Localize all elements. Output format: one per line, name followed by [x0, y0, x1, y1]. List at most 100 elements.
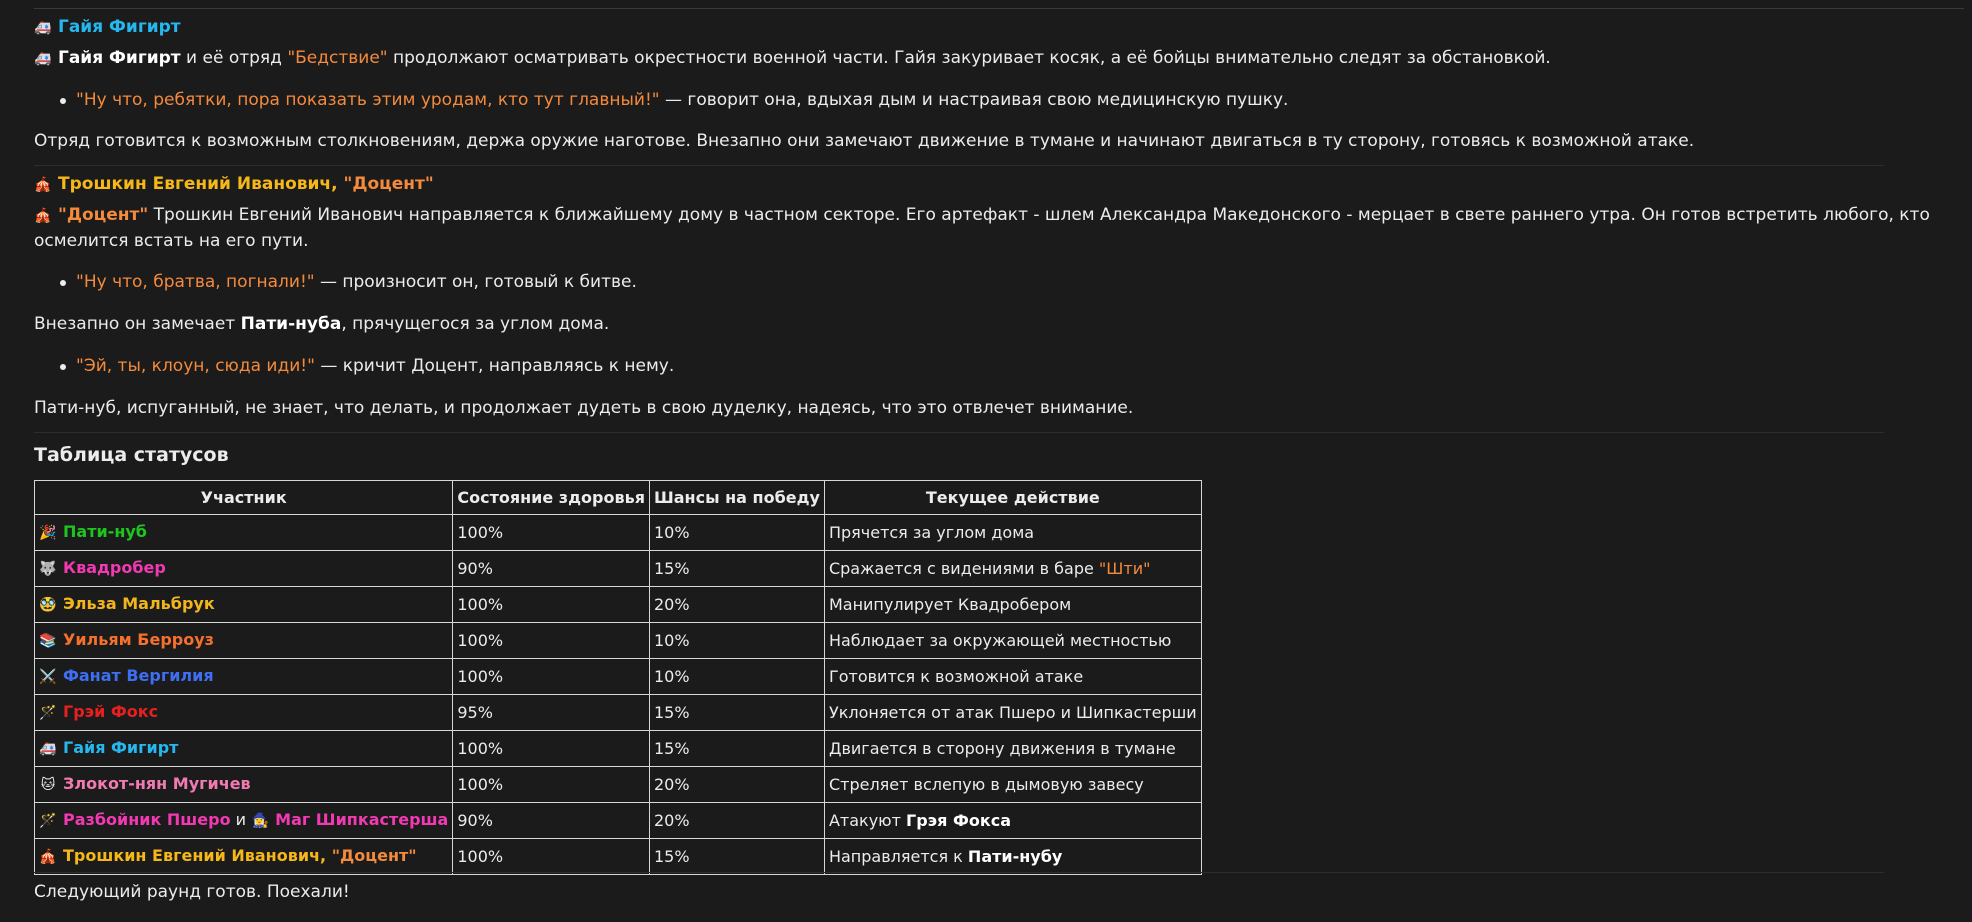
status-table-title: Таблица статусов — [34, 444, 229, 466]
circus-tent-icon: 🎪 — [34, 177, 52, 193]
docent-header: 🎪 Трошкин Евгений Иванович, "Доцент" — [34, 172, 433, 198]
circus-tent-icon: 🎪 — [39, 849, 57, 865]
docent-paragraph: 🎪 "Доцент" Трошкин Евгений Иванович напра… — [34, 203, 1964, 254]
disguised-face-icon: 🥸 — [39, 597, 57, 613]
participant-cell: 🚑 Гайя Фигирт — [33, 730, 454, 767]
gaia-quote: "Ну что, ребятки, пора показать этим уро… — [76, 90, 660, 110]
participant-cell: 🐺 Квадробер — [33, 550, 454, 587]
docent-quote-item-1: "Ну что, братва, погнали!" — произносит … — [60, 270, 637, 295]
docent-quote-2: "Эй, ты, клоун, сюда иди!" — [76, 356, 315, 376]
docent-quote-2-tail: — кричит Доцент, направляясь к нему. — [314, 356, 675, 376]
spot-text-c: , прячущегося за углом дома. — [341, 314, 610, 334]
gaia-quote-item: "Ну что, ребятки, пора показать этим уро… — [59, 88, 1289, 113]
docent-spot-paragraph: Внезапно он замечает Пати-нуба, прячущег… — [34, 312, 609, 337]
participant-name: Трошкин Евгений Иванович, — [63, 846, 332, 865]
party-noob-paragraph: Пати-нуб, испуганный, не знает, что дела… — [34, 398, 1134, 418]
chance-cell: 10% — [648, 622, 825, 659]
name-join: и — [230, 810, 252, 829]
participant-cell: 🎪 Трошкин Евгений Иванович, "Доцент" — [33, 838, 454, 875]
cat-face-icon: 🐱 — [40, 777, 56, 793]
participant-cell: 🥸 Эльза Мальбрук — [33, 586, 454, 623]
action-target: Грэя Фокса — [906, 811, 1012, 830]
mage-icon: 🧙‍♀️ — [251, 813, 269, 829]
header-win-chance: Шансы на победу — [648, 480, 825, 515]
divider — [34, 432, 1884, 433]
ambulance-icon: 🚑 — [34, 51, 52, 67]
top-divider — [34, 8, 1964, 9]
gaia-text-1: и её отряд — [180, 48, 288, 68]
divider — [34, 165, 1884, 166]
participant-name: Грэй Фокс — [63, 702, 159, 721]
docent-quote-1-tail: — произносит он, готовый к битве. — [314, 272, 637, 292]
magic-wand-icon: 🪄 — [39, 705, 57, 721]
health-cell: 90% — [452, 802, 650, 839]
chance-cell: 20% — [648, 766, 825, 803]
table-row: 🪄 Разбойник Пшеро и 🧙‍♀️ Маг Шипкастерша 9… — [33, 802, 1202, 839]
docent-header-name: Трошкин Евгений Иванович, — [58, 174, 344, 194]
participant-name: Пати-нуб — [63, 522, 147, 541]
participant-name-2: Маг Шипкастерша — [275, 810, 449, 829]
table-row: ⚔️ Фанат Вергилия 100% 10% Готовится к во… — [33, 658, 1202, 695]
gaia-name: Гайя Фигирт — [58, 48, 181, 68]
footer-text: Следующий раунд готов. Поехали! — [34, 882, 350, 902]
table-row: 🎉 Пати-нуб 100% 10% Прячется за углом дом… — [33, 514, 1202, 551]
table-row: 📚 Уильям Берроуз 100% 10% Наблюдает за ок… — [33, 622, 1202, 659]
bar-name: "Шти" — [1098, 559, 1151, 578]
health-cell: 100% — [452, 730, 650, 767]
magic-wand-icon: 🪄 — [39, 813, 57, 829]
spot-name: Пати-нуба — [240, 314, 342, 334]
chance-cell: 10% — [648, 658, 825, 695]
docent-quote-1: "Ну что, братва, погнали!" — [76, 272, 315, 292]
wolf-icon: 🐺 — [39, 561, 57, 577]
table-row: 🎪 Трошкин Евгений Иванович, "Доцент" 100%… — [33, 838, 1202, 875]
participant-name: Уильям Берроуз — [63, 630, 214, 649]
participant-name: Эльза Мальбрук — [63, 594, 215, 613]
header-health: Состояние здоровья — [452, 480, 650, 515]
action-cell: Атакуют Грэя Фокса — [823, 802, 1202, 839]
participant-cell: ⚔️ Фанат Вергилия — [33, 658, 454, 695]
action-text: Атакуют — [828, 811, 907, 830]
health-cell: 100% — [452, 622, 650, 659]
participant-cell: 🐱 Злокот-нян Мугичев — [33, 766, 454, 803]
action-cell: Прячется за углом дома — [823, 514, 1202, 551]
table-row: 🐱 Злокот-нян Мугичев 100% 20% Стреляет вс… — [33, 766, 1202, 803]
action-target: Пати-нубу — [967, 847, 1063, 866]
squad-name: "Бедствие" — [287, 48, 388, 68]
books-icon: 📚 — [39, 633, 57, 649]
health-cell: 100% — [452, 586, 650, 623]
docent-text: Трошкин Евгений Иванович направляется к … — [34, 205, 1930, 251]
health-cell: 100% — [452, 766, 650, 803]
docent-quote-item-2: "Эй, ты, клоун, сюда иди!" — кричит Доце… — [59, 354, 675, 379]
participant-cell: 📚 Уильям Берроуз — [33, 622, 454, 659]
participant-cell: 🪄 Грэй Фокс — [33, 694, 454, 731]
health-cell: 100% — [452, 658, 650, 695]
gaia-quote-tail: — говорит она, вдыхая дым и настраивая с… — [659, 90, 1289, 110]
circus-tent-icon: 🎪 — [34, 208, 52, 224]
divider — [34, 872, 1884, 873]
table-row: 🐺 Квадробер 90% 15% Сражается с видениями… — [33, 550, 1202, 587]
chance-cell: 20% — [648, 802, 825, 839]
chance-cell: 10% — [648, 514, 825, 551]
gaia-squad-paragraph: Отряд готовится к возможным столкновения… — [34, 131, 1695, 151]
health-cell: 100% — [452, 838, 650, 875]
participant-cell: 🪄 Разбойник Пшеро и 🧙‍♀️ Маг Шипкастерша — [33, 802, 454, 839]
action-cell: Двигается в сторону движения в тумане — [823, 730, 1202, 767]
gaia-text-2: продолжают осматривать окрестности военн… — [387, 48, 1551, 68]
ambulance-icon: 🚑 — [39, 741, 57, 757]
chance-cell: 15% — [648, 730, 825, 767]
spot-text-a: Внезапно он замечает — [34, 314, 241, 334]
status-table: Участник Состояние здоровья Шансы на поб… — [33, 480, 1202, 875]
action-text: Направляется к — [828, 847, 968, 866]
participant-name: Злокот-нян Мугичев — [63, 774, 251, 793]
participant-name: Квадробер — [63, 558, 166, 577]
action-cell: Уклоняется от атак Пшеро и Шипкастерши — [823, 694, 1202, 731]
docent-nick: "Доцент" — [58, 205, 149, 225]
chance-cell: 15% — [648, 694, 825, 731]
participant-cell: 🎉 Пати-нуб — [33, 514, 454, 551]
table-row: 🚑 Гайя Фигирт 100% 15% Двигается в сторон… — [33, 730, 1202, 767]
action-cell: Наблюдает за окружающей местностью — [823, 622, 1202, 659]
table-row: 🪄 Грэй Фокс 95% 15% Уклоняется от атак Пш… — [33, 694, 1202, 731]
participant-name: Фанат Вергилия — [63, 666, 214, 685]
participant-nick: "Доцент" — [331, 846, 417, 865]
header-current-action: Текущее действие — [823, 480, 1202, 515]
